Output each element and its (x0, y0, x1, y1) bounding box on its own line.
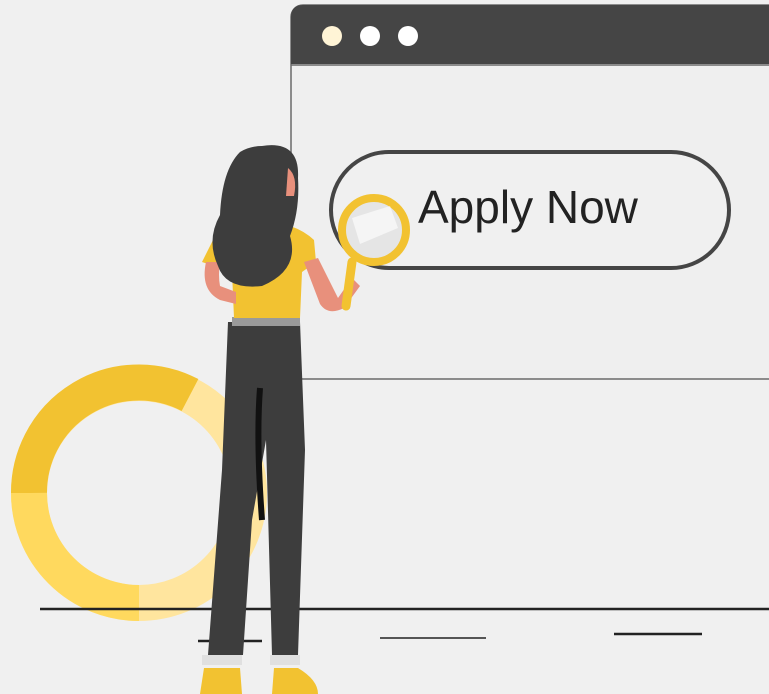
illustration (10, 4, 769, 694)
window-dot-3 (398, 26, 418, 46)
window-dot-2 (360, 26, 380, 46)
apply-now-button[interactable]: Apply Now (418, 184, 638, 230)
window-dot-1 (322, 26, 342, 46)
